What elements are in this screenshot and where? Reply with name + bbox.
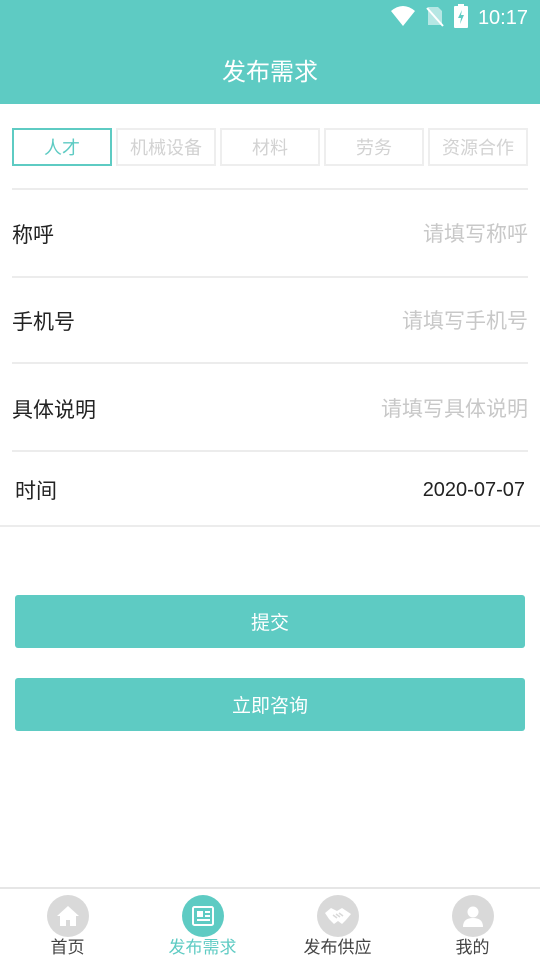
tab-materials[interactable]: 材料 (220, 128, 320, 166)
consult-button[interactable]: 立即咨询 (15, 678, 525, 731)
page-title: 发布需求 (222, 58, 318, 86)
detail-label: 具体说明 (12, 398, 96, 422)
phone-input[interactable] (268, 309, 528, 333)
nav-item-publish-supply[interactable]: 发布供应 (270, 889, 405, 960)
divider (12, 188, 528, 190)
battery-charging-icon (453, 4, 468, 32)
name-row: 称呼 (12, 212, 528, 256)
user-icon (451, 895, 494, 937)
nav-item-publish-demand[interactable]: 发布需求 (135, 889, 270, 960)
submit-button[interactable]: 提交 (15, 595, 525, 648)
time-value[interactable]: 2020-07-07 (423, 479, 525, 502)
status-time: 10:17 (477, 6, 528, 29)
tab-resource-cooperation[interactable]: 资源合作 (428, 128, 528, 166)
divider (0, 525, 540, 527)
app-bar: 10:17 发布需求 (0, 0, 540, 104)
handshake-icon (316, 895, 359, 937)
time-label: 时间 (15, 479, 57, 503)
divider (12, 450, 528, 452)
divider (12, 276, 528, 278)
nav-item-mine[interactable]: 我的 (405, 889, 540, 960)
document-icon (181, 895, 224, 937)
tab-talent[interactable]: 人才 (12, 128, 112, 166)
home-icon (46, 895, 89, 937)
page: 10:17 发布需求 人才 机械设备 材料 劳务 资源合作 称呼 手机号 具体说… (0, 0, 540, 960)
nav-label: 发布需求 (168, 938, 237, 958)
name-label: 称呼 (12, 223, 54, 247)
tab-labor[interactable]: 劳务 (324, 128, 424, 166)
nav-label: 首页 (50, 938, 85, 958)
name-input[interactable] (268, 222, 528, 246)
detail-input[interactable] (268, 397, 528, 421)
nav-item-home[interactable]: 首页 (0, 889, 135, 960)
divider (12, 362, 528, 364)
detail-row: 具体说明 (12, 387, 528, 431)
time-row[interactable]: 时间 2020-07-07 (15, 468, 525, 512)
category-tabs: 人才 机械设备 材料 劳务 资源合作 (12, 128, 528, 166)
tab-machinery[interactable]: 机械设备 (116, 128, 216, 166)
phone-label: 手机号 (12, 310, 75, 334)
wifi-icon (390, 5, 416, 31)
nav-label: 我的 (455, 938, 490, 958)
status-bar: 10:17 (390, 4, 528, 32)
nav-label: 发布供应 (303, 938, 372, 958)
bottom-nav: 首页 发布需求 发布供应 我的 (0, 887, 540, 960)
no-sim-icon (426, 5, 444, 31)
phone-row: 手机号 (12, 299, 528, 343)
